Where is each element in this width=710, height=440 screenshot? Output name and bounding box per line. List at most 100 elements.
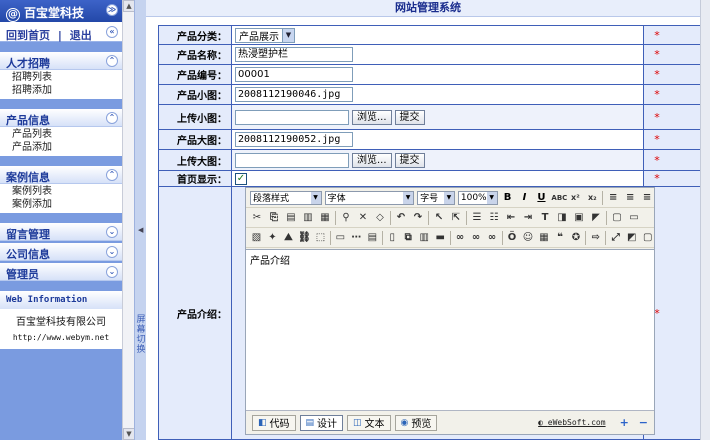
expand-icon[interactable]: ⌄ — [106, 266, 118, 278]
quote-icon[interactable]: ❝ — [553, 231, 566, 245]
textarea-icon[interactable]: ⋯ — [350, 231, 363, 245]
underline-icon[interactable]: U — [535, 191, 549, 205]
zoom-select[interactable]: 100% ▼ — [457, 190, 498, 205]
code-block-icon[interactable]: ▥ — [418, 231, 431, 245]
screen-splitter[interactable]: ◀ 屏幕切换 — [134, 0, 146, 440]
paste-text-icon[interactable]: ▥ — [301, 211, 315, 225]
chevron-down-icon[interactable]: ▼ — [282, 28, 294, 42]
strikethrough-icon[interactable]: ABC — [551, 191, 567, 205]
code-input[interactable]: 00001 — [235, 67, 353, 82]
indent-icon[interactable]: ⇥ — [521, 211, 535, 225]
section-cases[interactable]: 案例信息 ⌃ — [0, 166, 122, 184]
background-color-icon[interactable]: ◨ — [555, 211, 569, 225]
submit-small-button[interactable]: 提交 — [394, 109, 425, 125]
section-recruitment[interactable]: 人才招聘 ⌃ — [0, 52, 122, 70]
image-icon[interactable]: ▧ — [250, 231, 263, 245]
collapse-icon[interactable]: ⌃ — [106, 169, 118, 181]
sidebar-scrollbar[interactable]: ▲ ▼ — [122, 0, 135, 440]
delete-icon[interactable]: ✕ — [356, 211, 370, 225]
expand-icon[interactable]: ⌄ — [106, 246, 118, 258]
marker-icon[interactable]: ◤ — [589, 211, 603, 225]
unlink-icon[interactable]: ∞ — [486, 231, 499, 245]
paste-icon[interactable]: ▤ — [284, 211, 298, 225]
homepage-checkbox[interactable]: ✓ — [235, 172, 247, 185]
sidebar-item-recruitment-add[interactable]: 招聘添加 — [12, 84, 122, 97]
editor-brand-link[interactable]: ◐ eWebSoft.com — [538, 418, 605, 427]
collapse-sidebar-icon[interactable]: ≫ — [106, 4, 118, 16]
sidebar-item-recruitment-list[interactable]: 招聘列表 — [12, 71, 122, 84]
subscript-icon[interactable]: x₂ — [585, 191, 599, 205]
copy-icon[interactable]: ⎘ — [267, 211, 281, 225]
zoom-in-button[interactable]: + — [620, 416, 629, 429]
mode-code-tab[interactable]: ◧ 代码 — [252, 414, 296, 431]
align-left-icon[interactable]: ≡ — [606, 191, 620, 205]
template-icon[interactable]: ⧉ — [402, 231, 415, 245]
superscript-icon[interactable]: x² — [568, 191, 582, 205]
upload-small-file-input[interactable] — [235, 109, 349, 125]
find-icon[interactable]: ⚲ — [339, 211, 353, 225]
editor-content[interactable]: 产品介绍 — [246, 249, 654, 410]
absolute-position-icon[interactable]: ⇱ — [449, 211, 463, 225]
category-select[interactable]: 产品展示 ▼ — [235, 27, 295, 43]
font-size-select[interactable]: 字号 ▼ — [417, 190, 455, 205]
flash-icon[interactable]: ✦ — [266, 231, 279, 245]
browse-small-button[interactable]: 浏览... — [352, 109, 392, 125]
paste-word-icon[interactable]: ▦ — [318, 211, 332, 225]
symbol-icon[interactable]: Ö — [505, 231, 518, 245]
attachment-icon[interactable]: ⛓ — [298, 231, 311, 245]
media-icon[interactable]: ⛰ — [282, 231, 295, 245]
collapse-icon[interactable]: ⌃ — [106, 112, 118, 124]
highlight-icon[interactable]: ▣ — [572, 211, 586, 225]
more-icon[interactable]: ▢ — [641, 231, 654, 245]
font-color-icon[interactable]: T — [538, 211, 552, 225]
section-admin[interactable]: 管理员 ⌄ — [0, 263, 122, 281]
submit-large-button[interactable]: 提交 — [394, 152, 425, 168]
collapse-links-icon[interactable]: « — [106, 26, 118, 38]
section-messages[interactable]: 留言管理 ⌄ — [0, 223, 122, 241]
link-icon[interactable]: ∞ — [454, 231, 467, 245]
field-icon[interactable]: ▤ — [366, 231, 379, 245]
page-icon[interactable]: ▯ — [386, 231, 399, 245]
eraser-icon[interactable]: ◇ — [373, 211, 387, 225]
sidebar-item-product-add[interactable]: 产品添加 — [12, 141, 122, 154]
mode-design-tab[interactable]: ▤ 设计 — [299, 414, 344, 431]
sidebar-item-case-list[interactable]: 案例列表 — [12, 185, 122, 198]
textbox-icon[interactable]: ▭ — [334, 231, 347, 245]
page-break-icon[interactable]: ⇨ — [589, 231, 602, 245]
preview-page-icon[interactable]: ◩ — [625, 231, 638, 245]
select-icon[interactable]: ↖ — [432, 211, 446, 225]
italic-icon[interactable]: I — [518, 191, 532, 205]
section-products[interactable]: 产品信息 ⌃ — [0, 109, 122, 127]
font-select[interactable]: 字体 ▼ — [324, 190, 415, 205]
emoticon-icon[interactable]: ☺ — [521, 231, 534, 245]
paragraph-style-select[interactable]: 段落样式 ▼ — [250, 190, 322, 205]
mode-text-tab[interactable]: ◫ 文本 — [347, 414, 391, 431]
zoom-out-button[interactable]: − — [639, 416, 648, 429]
ordered-list-icon[interactable]: ☰ — [470, 211, 484, 225]
logout-link[interactable]: 退出 — [70, 29, 92, 42]
undo-icon[interactable]: ↶ — [394, 211, 408, 225]
fullscreen-icon[interactable]: ⤢ — [609, 231, 622, 245]
redo-icon[interactable]: ↷ — [411, 211, 425, 225]
main-scrollbar[interactable] — [700, 0, 710, 440]
stamp-icon[interactable]: ✪ — [569, 231, 582, 245]
sidebar-item-case-add[interactable]: 案例添加 — [12, 198, 122, 211]
sidebar-item-product-list[interactable]: 产品列表 — [12, 128, 122, 141]
anchor-icon[interactable]: ∞ — [470, 231, 483, 245]
border-icon[interactable]: ▢ — [610, 211, 624, 225]
upload-large-file-input[interactable] — [235, 152, 349, 168]
unordered-list-icon[interactable]: ☷ — [487, 211, 501, 225]
outdent-icon[interactable]: ⇤ — [504, 211, 518, 225]
collapse-arrow-icon[interactable]: ◀ — [138, 226, 143, 234]
mode-preview-tab[interactable]: ◉ 预览 — [394, 414, 438, 431]
bold-icon[interactable]: B — [501, 191, 515, 205]
collapse-icon[interactable]: ⌃ — [106, 55, 118, 67]
browse-large-button[interactable]: 浏览... — [352, 152, 392, 168]
home-link[interactable]: 回到首页 — [6, 29, 50, 42]
calendar-icon[interactable]: ▦ — [537, 231, 550, 245]
cut-icon[interactable]: ✂ — [250, 211, 264, 225]
expand-icon[interactable]: ⌄ — [106, 226, 118, 238]
large-image-input[interactable]: 2008112190052.jpg — [235, 132, 353, 147]
remote-image-icon[interactable]: ⬚ — [314, 231, 327, 245]
section-company[interactable]: 公司信息 ⌄ — [0, 243, 122, 261]
